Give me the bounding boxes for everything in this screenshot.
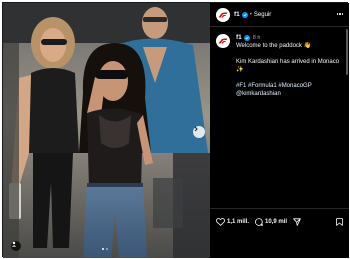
f1-logo-icon xyxy=(218,12,228,17)
scrollbar[interactable] xyxy=(346,29,348,75)
f1-logo-icon xyxy=(218,38,228,44)
like-count[interactable]: 1,1 mill. xyxy=(227,219,249,225)
bookmark-icon xyxy=(336,218,343,226)
post-side-panel: f1 • Seguir f1 8 h Welcome to the paddoc… xyxy=(210,3,349,258)
caption-line-2: Kim Kardashian has arrived in Monaco ✨ xyxy=(236,59,340,73)
share-button[interactable] xyxy=(293,217,301,226)
more-options-icon[interactable] xyxy=(336,13,343,15)
separator: • xyxy=(249,11,252,18)
comment-icon xyxy=(255,217,263,226)
caption-hashtags[interactable]: #F1 #Formula1 #MonacoGP xyxy=(236,82,343,90)
action-bar: 1,1 mill. 10,9 mil xyxy=(210,208,349,234)
post-image[interactable] xyxy=(3,3,210,258)
like-button[interactable]: 1,1 mill. xyxy=(216,217,249,226)
heart-icon xyxy=(216,217,225,226)
comment-count[interactable]: 10,9 mil xyxy=(265,219,287,225)
account-username[interactable]: f1 xyxy=(234,11,240,18)
avatar[interactable] xyxy=(216,7,230,22)
verified-icon xyxy=(241,11,248,18)
caption-text: Welcome to the paddock 👋 Kim Kardashian … xyxy=(236,42,343,98)
share-icon xyxy=(293,217,301,226)
caption-mention[interactable]: @kimkardashian xyxy=(236,90,343,98)
carousel-indicator xyxy=(102,248,108,250)
comment-button[interactable]: 10,9 mil xyxy=(255,217,287,226)
user-tag-icon[interactable] xyxy=(11,241,21,251)
chevron-right-icon xyxy=(194,126,198,132)
post-time[interactable]: 8 h xyxy=(253,34,261,42)
caption-username[interactable]: f1 xyxy=(236,34,242,42)
carousel-dot xyxy=(106,248,108,250)
caption-comment: f1 8 h Welcome to the paddock 👋 Kim Kard… xyxy=(216,34,343,98)
instagram-post-viewer: f1 • Seguir f1 8 h Welcome to the paddoc… xyxy=(2,2,349,258)
next-image-button[interactable] xyxy=(193,126,205,138)
carousel-dot xyxy=(102,248,104,250)
post-photo-illustration xyxy=(3,3,210,258)
verified-icon xyxy=(243,35,250,41)
person-icon xyxy=(11,241,17,247)
post-header: f1 • Seguir xyxy=(210,3,349,27)
save-button[interactable] xyxy=(336,218,343,228)
avatar[interactable] xyxy=(216,34,230,48)
follow-button[interactable]: Seguir xyxy=(254,12,271,18)
caption-line-1: Welcome to the paddock 👋 xyxy=(236,43,312,49)
